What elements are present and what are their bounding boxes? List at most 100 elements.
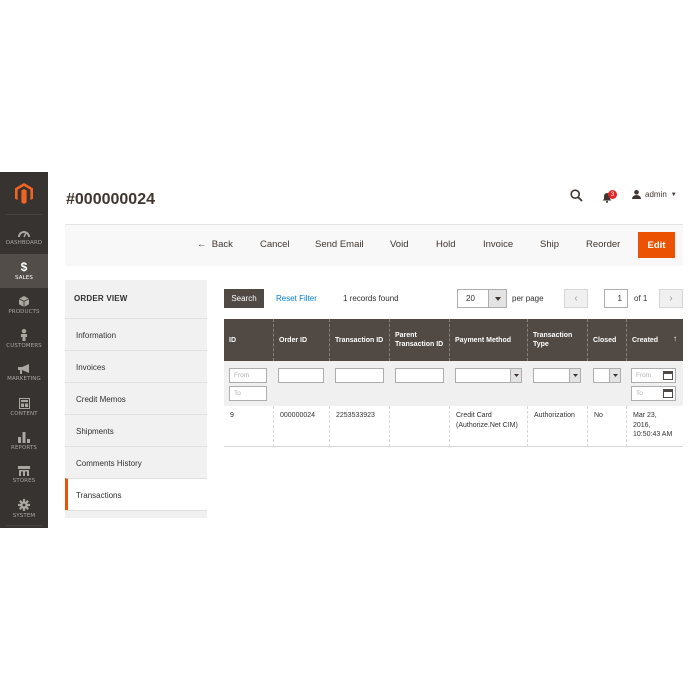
column-header-transaction-type[interactable]: Transaction Type [527,319,587,361]
closed-filter[interactable] [593,368,621,383]
dropdown-arrow-icon [510,369,521,382]
sidebar-item-products[interactable]: PRODUCTS [0,288,48,322]
created-from-placeholder: From [636,372,652,379]
reset-filter-link[interactable]: Reset Filter [276,294,317,303]
ship-button[interactable]: Ship [540,239,559,250]
order-id-filter[interactable] [278,368,324,383]
sidebar-item-customers[interactable]: CUSTOMERS [0,322,48,356]
id-from-filter[interactable]: From [229,368,267,383]
column-header-id[interactable]: ID [224,319,273,361]
dollar-icon: $ [20,260,28,274]
parent-transaction-id-filter[interactable] [395,368,444,383]
grid-filter-row: From To From To [224,361,683,406]
sidebar-item-label: SALES [15,275,33,281]
grid-search-button[interactable]: Search [224,289,264,308]
transaction-type-filter[interactable] [533,368,581,383]
sidebar-item-label: CONTENT [10,410,38,417]
column-header-created-label: Created [632,336,659,344]
speedometer-icon [18,230,30,237]
created-from-filter[interactable]: From [631,368,676,383]
cell-closed: No [587,406,626,447]
sidebar-divider [6,214,42,215]
sidebar-item-label: CUSTOMERS [6,343,42,349]
bar-chart-icon [18,431,30,443]
layout-icon [18,397,30,409]
tab-shipments[interactable]: Shipments [65,414,207,446]
tab-information[interactable]: Information [65,318,207,350]
sidebar-item-label: STORES [12,478,36,484]
previous-page-button[interactable]: ‹ [564,289,588,308]
admin-user-menu[interactable]: admin ▼ [632,190,677,199]
column-header-parent-transaction-id[interactable]: Parent Transaction ID [389,319,449,361]
column-header-created[interactable]: Created ↑ [626,319,683,361]
cell-transaction-id: 2253533923 [329,406,389,447]
transaction-id-filter[interactable] [335,368,384,383]
cell-payment-method: Credit Card (Authorize.Net CIM) [449,406,527,447]
payment-method-filter[interactable] [455,368,522,383]
sidebar-item-sales[interactable]: $ SALES [0,254,48,288]
per-page-select[interactable]: 20 [457,289,507,308]
page-count: of 1 [634,294,648,303]
tab-credit-memos[interactable]: Credit Memos [65,382,207,414]
page-title: #000000024 [66,191,155,208]
table-row[interactable]: 9 000000024 2253533923 Credit Card (Auth… [224,406,683,447]
cell-transaction-type: Authorization [527,406,587,447]
sidebar-item-label: REPORTS [11,444,37,451]
order-view-heading: ORDER VIEW [74,294,128,303]
tab-comments-history[interactable]: Comments History [65,446,207,478]
storefront-icon [18,466,30,476]
created-to-filter[interactable]: To [631,386,676,401]
back-button-label: Back [211,239,233,250]
back-button[interactable]: ← Back [197,239,233,250]
edit-button[interactable]: Edit [638,232,675,258]
sidebar-item-label: PRODUCTS [8,308,40,315]
cell-parent-transaction-id [389,406,449,447]
column-header-payment-method[interactable]: Payment Method [449,319,527,361]
user-icon [632,190,641,199]
page-number-input[interactable]: 1 [604,289,628,308]
invoice-button[interactable]: Invoice [483,239,513,250]
per-page-value: 20 [466,294,475,303]
tab-invoices[interactable]: Invoices [65,350,207,382]
sort-arrow-up-icon: ↑ [673,334,677,343]
cancel-button[interactable]: Cancel [260,239,290,250]
megaphone-icon [18,364,29,374]
void-button[interactable]: Void [390,239,409,250]
cell-id: 9 [230,412,234,419]
hold-button[interactable]: Hold [436,239,456,250]
chevron-down-icon: ▼ [670,191,677,198]
per-page-label: per page [512,294,544,303]
tabs-footer [65,510,207,518]
calendar-icon[interactable] [663,371,673,380]
cell-created: Mar 23, 2016, 10:50:43 AM [626,406,683,447]
sidebar-item-reports[interactable]: REPORTS [0,424,48,458]
notifications-count-badge: 3 [608,190,617,199]
tab-transactions[interactable]: Transactions [65,478,207,510]
calendar-icon[interactable] [663,389,673,398]
sidebar-item-dashboard[interactable]: DASHBOARD [0,220,48,254]
cell-order-id: 000000024 [273,406,329,447]
page-actions-bar: ← Back Cancel Send Email Void Hold Invoi… [65,224,683,266]
magento-logo[interactable] [0,172,48,214]
column-header-order-id[interactable]: Order ID [273,319,329,361]
admin-username: admin [645,190,667,199]
created-to-placeholder: To [636,390,643,397]
next-page-button[interactable]: › [659,289,683,308]
sidebar-divider [6,525,42,526]
sidebar-item-label: DASHBOARD [5,239,43,246]
dropdown-arrow-icon [609,369,620,382]
sidebar-item-marketing[interactable]: MARKETING [0,356,48,390]
sidebar-item-content[interactable]: CONTENT [0,390,48,424]
sidebar-item-stores[interactable]: STORES [0,458,48,492]
records-found: 1 records found [343,294,399,303]
send-email-button[interactable]: Send Email [315,239,364,250]
column-header-transaction-id[interactable]: Transaction ID [329,319,389,361]
cube-icon [19,295,29,307]
search-icon[interactable] [570,189,583,207]
reorder-button[interactable]: Reorder [586,239,620,250]
column-header-closed[interactable]: Closed [587,319,626,361]
dropdown-arrow-icon [569,369,580,382]
sidebar-item-system[interactable]: SYSTEM [0,492,48,526]
admin-sidebar: DASHBOARD $ SALES PRODUCTS CUSTOMERS MAR… [0,172,48,528]
id-to-filter[interactable]: To [229,386,267,401]
